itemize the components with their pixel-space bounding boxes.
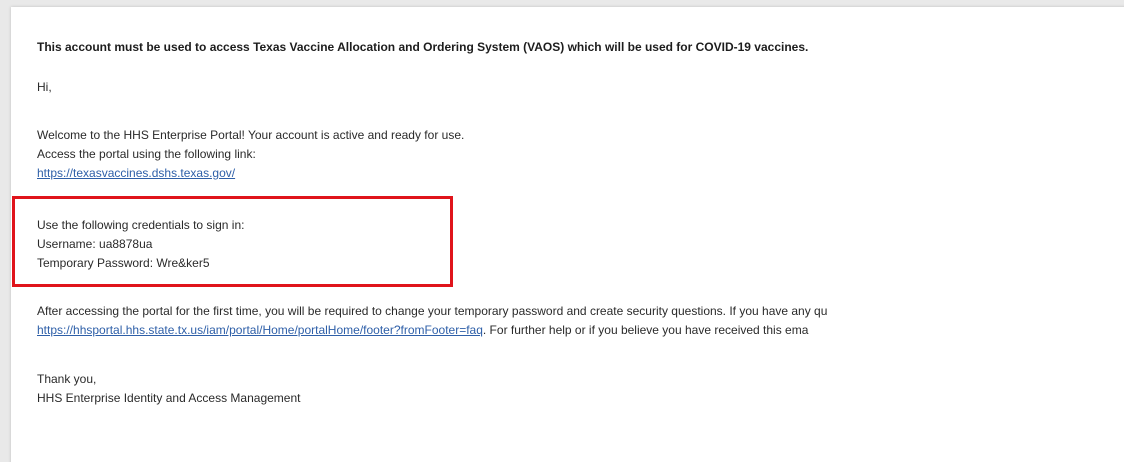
faq-line: https://hhsportal.hhs.state.tx.us/iam/po… bbox=[37, 321, 827, 340]
greeting: Hi, bbox=[37, 80, 52, 94]
closing: Thank you, HHS Enterprise Identity and A… bbox=[37, 370, 300, 408]
access-line: Access the portal using the following li… bbox=[37, 147, 256, 161]
after-paragraph: After accessing the portal for the first… bbox=[37, 302, 827, 340]
screenshot-page: This account must be used to access Texa… bbox=[0, 0, 1124, 462]
email-heading: This account must be used to access Texa… bbox=[37, 40, 809, 54]
faq-link[interactable]: https://hhsportal.hhs.state.tx.us/iam/po… bbox=[37, 323, 483, 337]
thanks-line: Thank you, bbox=[37, 372, 97, 386]
faq-line-rest: . For further help or if you believe you… bbox=[482, 323, 809, 337]
credentials-highlight-box bbox=[12, 196, 453, 287]
after-line: After accessing the portal for the first… bbox=[37, 304, 828, 318]
welcome-line: Welcome to the HHS Enterprise Portal! Yo… bbox=[37, 128, 465, 142]
portal-link[interactable]: https://texasvaccines.dshs.texas.gov/ bbox=[37, 166, 235, 180]
welcome-paragraph: Welcome to the HHS Enterprise Portal! Yo… bbox=[37, 126, 464, 183]
signature-line: HHS Enterprise Identity and Access Manag… bbox=[37, 391, 301, 405]
